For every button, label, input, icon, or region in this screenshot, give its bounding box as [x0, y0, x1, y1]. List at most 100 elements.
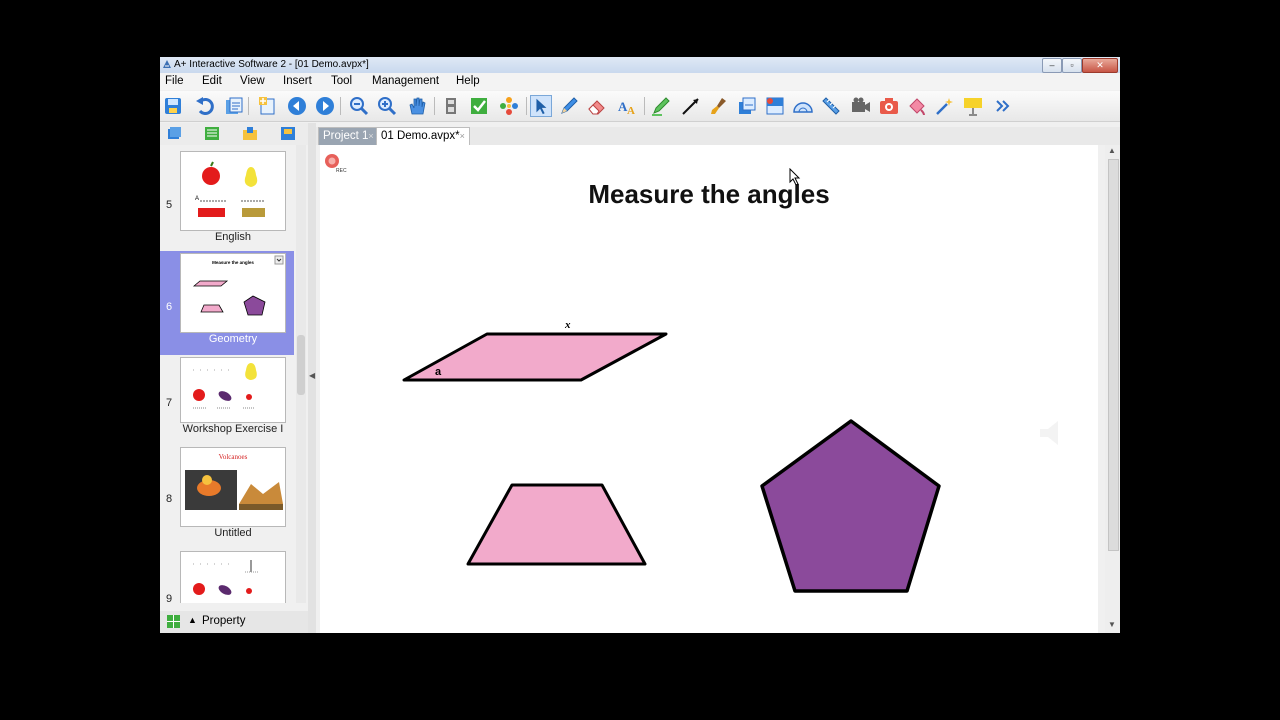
- document-tabs: Project 1× 01 Demo.avpx*×: [316, 127, 1120, 145]
- slide-list-scrollbar[interactable]: [296, 145, 306, 603]
- slide-number: 5: [166, 199, 173, 211]
- eraser-icon[interactable]: [586, 95, 608, 117]
- pentagon-shape[interactable]: [760, 419, 941, 593]
- close-button[interactable]: ✕: [1082, 58, 1118, 73]
- screen-capture-icon[interactable]: [736, 95, 758, 117]
- close-tab-icon[interactable]: ×: [368, 131, 373, 141]
- app-window: A+ Interactive Software 2 - [01 Demo.avp…: [160, 57, 1120, 633]
- menu-edit[interactable]: Edit: [202, 75, 222, 87]
- parallelogram-shape[interactable]: [402, 332, 668, 382]
- toolbar-separator: [434, 97, 435, 115]
- new-page-icon[interactable]: [256, 95, 278, 117]
- scroll-down-icon[interactable]: ▼: [1108, 620, 1116, 629]
- collapse-arrow-icon[interactable]: ◀: [309, 371, 315, 380]
- menu-tool[interactable]: Tool: [331, 75, 352, 87]
- sound-icon[interactable]: [1040, 421, 1058, 445]
- toolbar-separator: [248, 97, 249, 115]
- outline-tab-icon[interactable]: [204, 126, 220, 141]
- toolbar-separator: [526, 97, 527, 115]
- slide-thumbnail-7[interactable]: 7 Workshop Exercise I: [160, 355, 294, 459]
- tab-label: 01 Demo.avpx*: [381, 130, 460, 142]
- slide-thumbnail-list: 5 A English 6 Measure the angles Geometr…: [160, 145, 306, 603]
- video-camera-icon[interactable]: [850, 95, 872, 117]
- toolbar: AA: [160, 91, 1120, 122]
- scroll-up-icon[interactable]: ▲: [1108, 146, 1116, 155]
- app-icon: [163, 60, 171, 68]
- slide-preview: [180, 357, 286, 423]
- checkmark-icon[interactable]: [468, 95, 490, 117]
- thumb-title: Measure the angles: [212, 260, 254, 265]
- resources-tab-icon[interactable]: [242, 126, 258, 141]
- spotlight-icon[interactable]: [962, 95, 984, 117]
- slide-preview: A: [180, 151, 286, 231]
- screen-shade-icon[interactable]: [764, 95, 786, 117]
- menu-help[interactable]: Help: [456, 75, 480, 87]
- flower-icon[interactable]: [498, 95, 520, 117]
- line-icon[interactable]: [680, 95, 702, 117]
- zoom-in-icon[interactable]: [376, 95, 398, 117]
- slide-label: English: [214, 231, 252, 243]
- gallery-tab-icon[interactable]: [280, 126, 296, 141]
- highlighter-icon[interactable]: [650, 95, 672, 117]
- toolbar-separator: [644, 97, 645, 115]
- undo-icon[interactable]: [194, 95, 216, 117]
- menu-insert[interactable]: Insert: [283, 75, 312, 87]
- slide-label: Untitled: [214, 527, 252, 539]
- next-page-icon[interactable]: [314, 95, 336, 117]
- slide-preview: Measure the angles: [180, 253, 286, 333]
- toolbar-separator: [340, 97, 341, 115]
- select-arrow-icon[interactable]: [530, 95, 552, 117]
- title-bar: A+ Interactive Software 2 - [01 Demo.avp…: [160, 57, 1120, 73]
- close-tab-icon[interactable]: ×: [460, 131, 465, 141]
- minimize-button[interactable]: –: [1042, 58, 1062, 73]
- tab-label: Project 1: [323, 130, 369, 142]
- clipboard-icon[interactable]: [222, 95, 244, 117]
- scrollbar-thumb[interactable]: [297, 335, 305, 395]
- protractor-icon[interactable]: [792, 95, 814, 117]
- fill-icon[interactable]: [906, 95, 928, 117]
- svg-text:A: A: [627, 105, 635, 117]
- thumb-letter: A: [195, 196, 199, 202]
- property-bar: ▲ Property: [160, 611, 308, 633]
- slide-preview: [180, 551, 286, 603]
- magic-wand-icon[interactable]: [934, 95, 956, 117]
- slide-preview: Volcanoes: [180, 447, 286, 527]
- slide-label: Geometry: [208, 333, 258, 345]
- previous-page-icon[interactable]: [286, 95, 308, 117]
- menu-management[interactable]: Management: [372, 75, 439, 87]
- brush-icon[interactable]: [708, 95, 730, 117]
- restore-button[interactable]: ▫: [1062, 58, 1082, 73]
- slide-thumbnail-6[interactable]: 6 Measure the angles Geometry: [160, 251, 294, 355]
- canvas-scrollbar[interactable]: ▲ ▼: [1105, 145, 1120, 633]
- pages-tab-icon[interactable]: [166, 126, 182, 141]
- scrollbar-thumb[interactable]: [1108, 159, 1119, 551]
- trapezoid-shape[interactable]: [466, 483, 647, 566]
- slide-number: 9: [166, 593, 173, 603]
- slide-thumbnail-8[interactable]: 8 Volcanoes Untitled: [160, 445, 294, 549]
- expand-arrow-icon[interactable]: ▲: [188, 615, 197, 625]
- photo-camera-icon[interactable]: [878, 95, 900, 117]
- tab-01-demo[interactable]: 01 Demo.avpx*×: [376, 127, 470, 145]
- save-icon[interactable]: [162, 95, 184, 117]
- text-tool-icon[interactable]: AA: [616, 95, 638, 117]
- more-icon[interactable]: [992, 95, 1014, 117]
- menu-view[interactable]: View: [240, 75, 265, 87]
- panel-splitter[interactable]: ◀: [308, 123, 316, 633]
- zoom-out-icon[interactable]: [348, 95, 370, 117]
- slide-number: 8: [166, 493, 173, 505]
- side-panel-tabs: [160, 123, 308, 145]
- shapes-layer: x a: [402, 319, 1058, 593]
- ruler-icon[interactable]: [820, 95, 842, 117]
- property-label[interactable]: Property: [202, 615, 245, 627]
- pan-hand-icon[interactable]: [406, 95, 428, 117]
- slide-number: 7: [166, 397, 173, 409]
- slide-thumbnail-9[interactable]: 9: [160, 549, 294, 603]
- slide-thumbnail-5[interactable]: 5 A English: [160, 149, 294, 253]
- slide-canvas[interactable]: REC Measure the angles x a: [320, 145, 1098, 633]
- property-icon[interactable]: [166, 614, 181, 629]
- page-icon[interactable]: [440, 95, 462, 117]
- tab-project-1[interactable]: Project 1×: [318, 127, 379, 145]
- pencil-icon[interactable]: [558, 95, 580, 117]
- menu-file[interactable]: File: [165, 75, 184, 87]
- side-label-x: x: [564, 319, 571, 331]
